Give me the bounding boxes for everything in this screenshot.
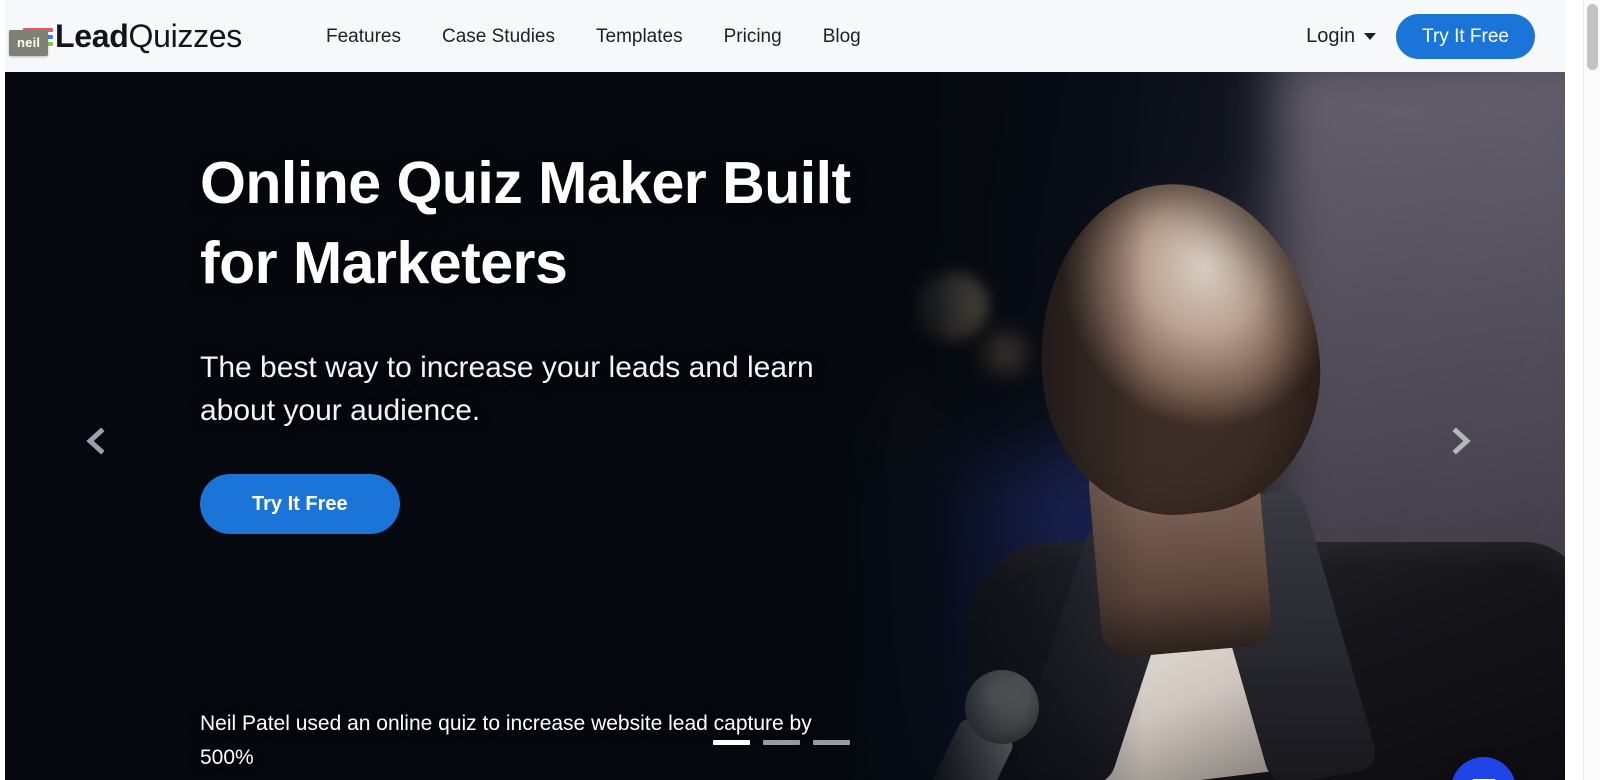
hero-title-line-2: for Marketers: [200, 229, 568, 296]
hero-section: Online Quiz Maker Built for Marketers Th…: [5, 72, 1565, 780]
logo-wordmark: LeadQuizzes: [55, 20, 242, 52]
neil-tooltip-badge: neil: [9, 30, 49, 56]
page-left-gutter: [0, 0, 5, 780]
nav-item-case-studies[interactable]: Case Studies: [442, 27, 555, 46]
brand-logo[interactable]: LeadQuizzes neil: [9, 0, 242, 72]
hero-content: Online Quiz Maker Built for Marketers Th…: [200, 72, 920, 535]
hero-subtitle-line-2: about your audience.: [200, 393, 481, 427]
hero-title: Online Quiz Maker Built for Marketers: [200, 144, 920, 303]
hero-subtitle-line-1: The best way to increase your leads and …: [200, 351, 814, 385]
site-header: LeadQuizzes neil Features Case Studies T…: [5, 0, 1565, 72]
logo-word-lead: Lead: [55, 18, 129, 54]
chevron-down-icon: [1364, 32, 1377, 40]
scrollbar-thumb[interactable]: [1587, 4, 1598, 70]
logo-word-quizzes: Quizzes: [128, 18, 243, 54]
hero-caption-line-1: Neil Patel used an online quiz to increa…: [200, 712, 812, 735]
browser-viewport: LeadQuizzes neil Features Case Studies T…: [0, 0, 1600, 780]
main-navigation: Features Case Studies Templates Pricing …: [326, 27, 861, 46]
header-try-it-free-button[interactable]: Try It Free: [1396, 13, 1535, 59]
carousel-indicators: [713, 740, 850, 745]
nav-item-blog[interactable]: Blog: [823, 27, 861, 46]
hero-title-line-1: Online Quiz Maker Built: [200, 150, 851, 216]
carousel-indicator-2[interactable]: [763, 740, 800, 745]
login-label: Login: [1306, 24, 1356, 47]
carousel-next-button[interactable]: [1443, 424, 1477, 458]
hero-caption-line-2: 500%: [200, 746, 254, 770]
nav-item-pricing[interactable]: Pricing: [724, 27, 782, 46]
carousel-indicator-1[interactable]: [713, 740, 750, 745]
nav-item-templates[interactable]: Templates: [596, 27, 683, 46]
hero-subtitle: The best way to increase your leads and …: [200, 347, 920, 432]
chat-bubble-icon: [1471, 778, 1496, 780]
login-dropdown[interactable]: Login: [1306, 24, 1377, 48]
carousel-prev-button[interactable]: [80, 424, 114, 458]
nav-item-features[interactable]: Features: [326, 27, 401, 46]
chevron-left-icon: [86, 427, 105, 455]
web-page: LeadQuizzes neil Features Case Studies T…: [5, 0, 1565, 780]
hero-try-it-free-button[interactable]: Try It Free: [200, 474, 400, 535]
chevron-right-icon: [1452, 427, 1471, 455]
header-actions: Login Try It Free: [1306, 13, 1535, 59]
carousel-indicator-3[interactable]: [813, 740, 850, 745]
page-scrollbar[interactable]: [1583, 0, 1600, 780]
